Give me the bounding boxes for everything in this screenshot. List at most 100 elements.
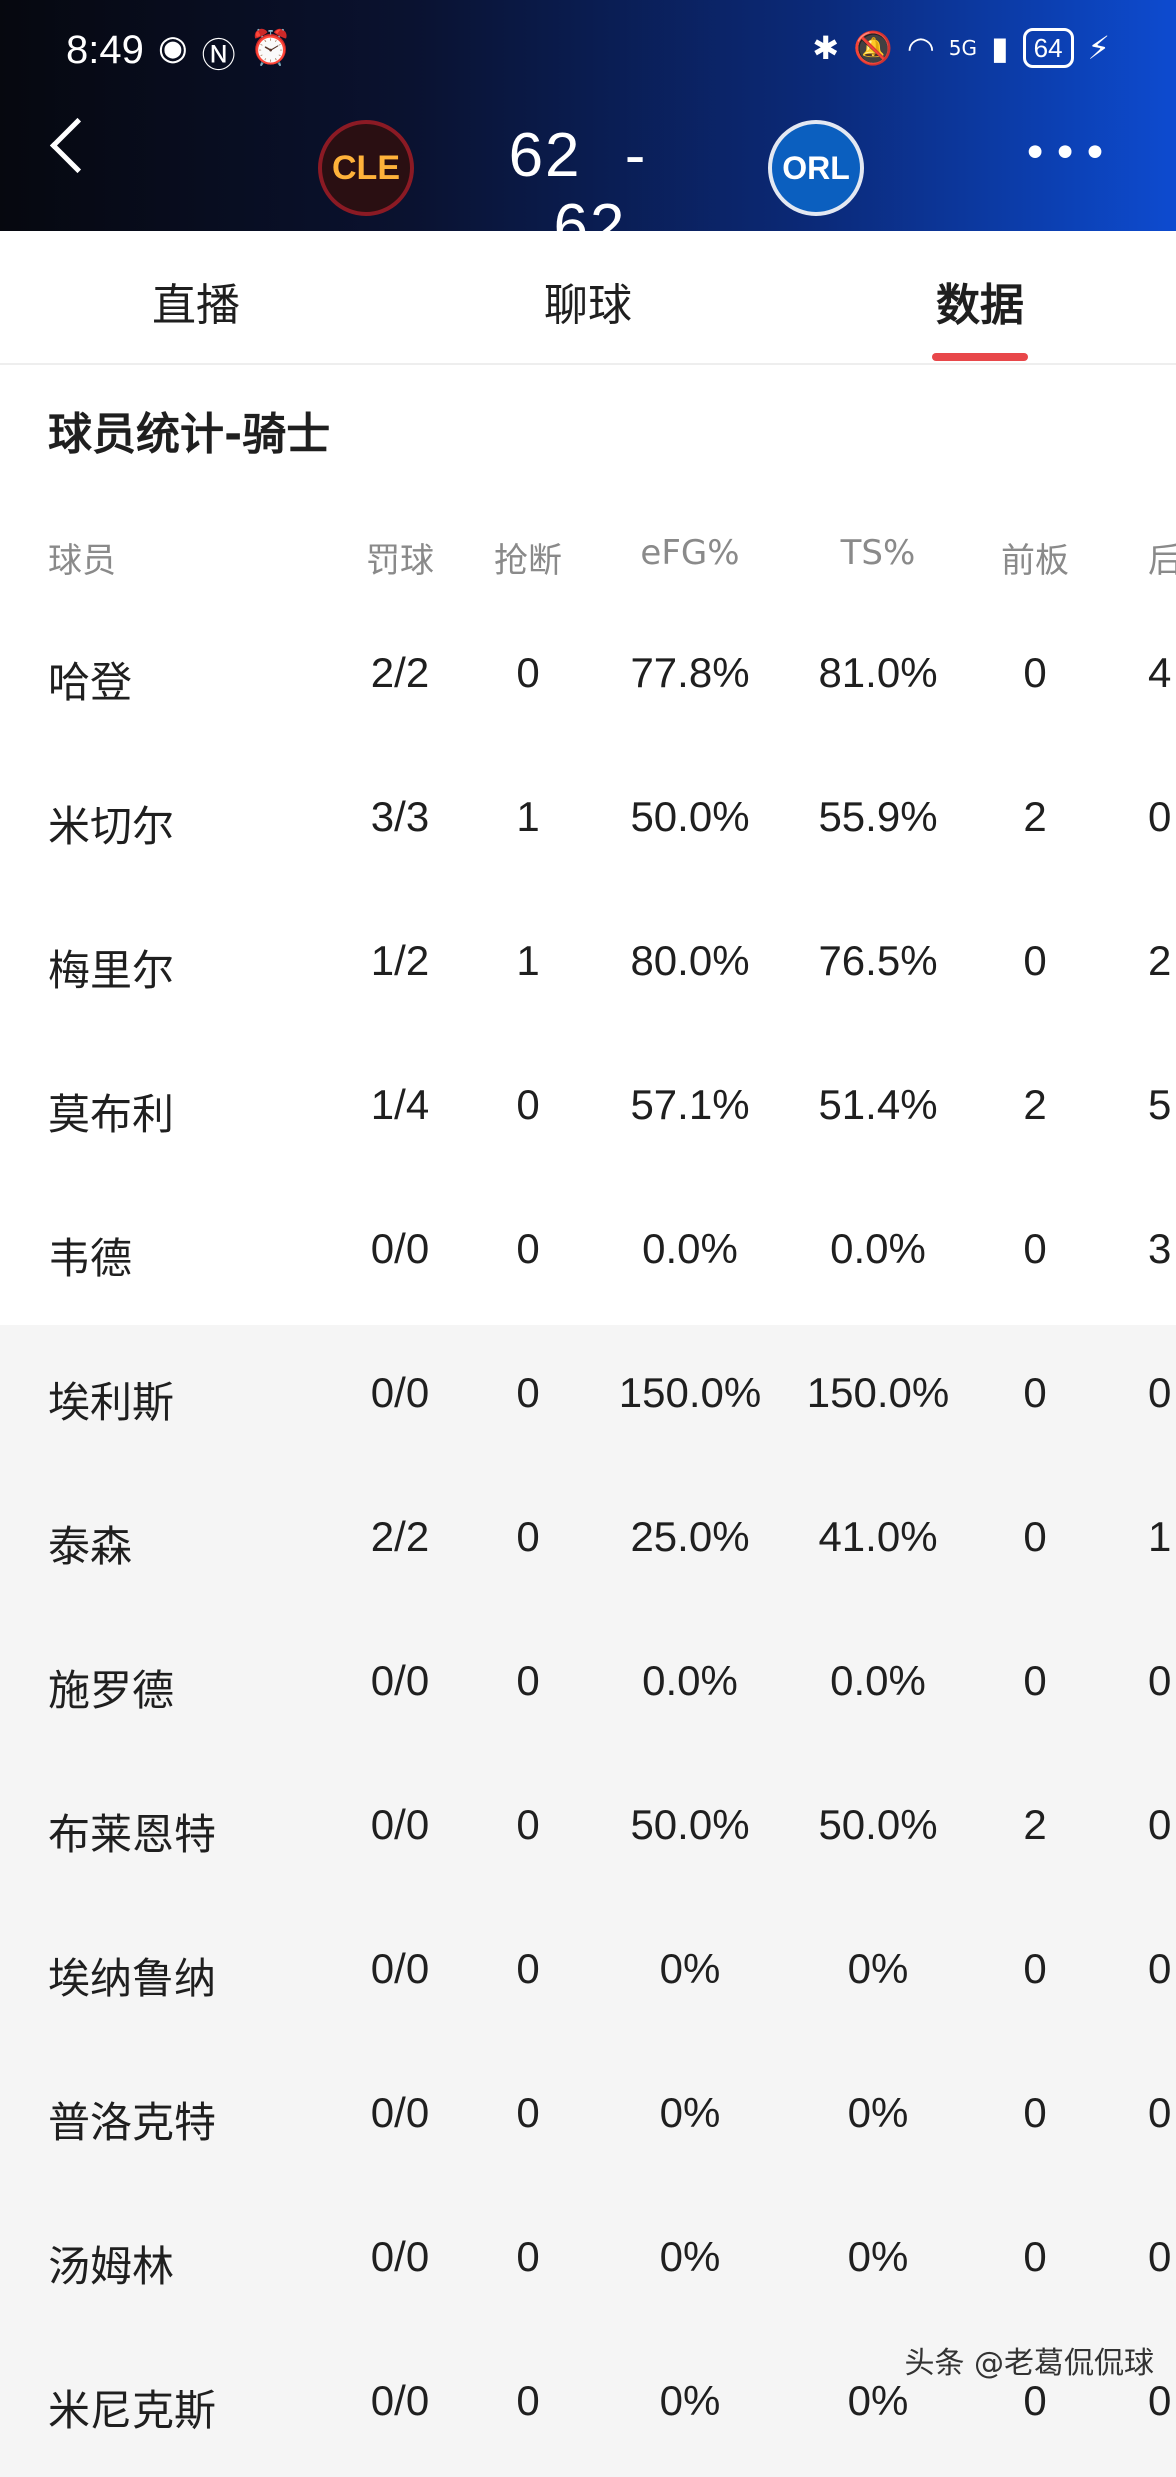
back-arrow-icon[interactable] bbox=[49, 117, 106, 174]
cell-free-throws: 3/3 bbox=[370, 793, 430, 840]
more-options-icon[interactable]: ••• bbox=[1022, 128, 1112, 179]
cell-ts-percent: 0.0% bbox=[830, 1225, 926, 1272]
table-row[interactable]: 梅里尔 1/2 1 80.0% 76.5% 0 2 bbox=[0, 893, 1176, 1037]
table-body: 哈登 2/2 0 77.8% 81.0% 0 4 米切尔 3/3 1 50.0% 55.9% 2 0 梅里尔… bbox=[0, 605, 1176, 2477]
cell-steals: 0 bbox=[516, 1513, 540, 1560]
cell-player-name: 埃利斯 bbox=[48, 1378, 175, 1427]
cell-ts-percent: 0.0% bbox=[830, 1657, 926, 1704]
tab-stats[interactable]: 数据 bbox=[880, 269, 1080, 333]
player-stats-table: 球员 罚球 抢断 eFG% TS% 前板 后板 哈登 2/2 0 77.8% 81.0%… bbox=[0, 505, 1176, 2477]
cell-defensive-rebounds: 0 bbox=[1148, 2089, 1172, 2136]
cell-free-throws: 0/0 bbox=[370, 1225, 430, 1272]
table-header: 球员 罚球 抢断 eFG% TS% 前板 后板 bbox=[0, 505, 1176, 605]
cell-efg-percent: 0.0% bbox=[642, 1657, 738, 1704]
cell-player-name: 米尼克斯 bbox=[48, 2386, 217, 2435]
cell-ts-percent: 81.0% bbox=[818, 649, 938, 696]
cell-steals: 0 bbox=[516, 1081, 540, 1128]
cell-player-name: 梅里尔 bbox=[48, 946, 175, 995]
cell-defensive-rebounds: 0 bbox=[1148, 1369, 1172, 1416]
battery-icon: 64 bbox=[1022, 28, 1074, 68]
tab-chat[interactable]: 聊球 bbox=[488, 269, 688, 333]
wifi-icon: ◠ bbox=[906, 29, 935, 67]
column-header-free-throws: 罚球 bbox=[366, 541, 434, 581]
cell-free-throws: 0/0 bbox=[370, 2377, 430, 2424]
cell-ts-percent: 55.9% bbox=[818, 793, 938, 840]
table-row[interactable]: 莫布利 1/4 0 57.1% 51.4% 2 5 bbox=[0, 1037, 1176, 1181]
cell-player-name: 布莱恩特 bbox=[48, 1810, 217, 1859]
home-team-logo[interactable]: CLE bbox=[318, 120, 414, 216]
cell-efg-percent: 0% bbox=[659, 2089, 721, 2136]
cell-steals: 0 bbox=[516, 1801, 540, 1848]
nfc-icon: Ⓝ bbox=[201, 36, 236, 76]
cell-defensive-rebounds: 0 bbox=[1148, 1945, 1172, 1992]
status-bar: 8:49 ◉ Ⓝ ⏰ ✱ 🔕 ◠ 5G ▮ 64 ⚡ bbox=[0, 24, 1176, 76]
cell-steals: 0 bbox=[516, 1657, 540, 1704]
cell-free-throws: 1/2 bbox=[370, 937, 430, 984]
table-row[interactable]: 米切尔 3/3 1 50.0% 55.9% 2 0 bbox=[0, 749, 1176, 893]
cell-offensive-rebounds: 0 bbox=[1023, 649, 1047, 696]
away-team-logo[interactable]: ORL bbox=[768, 120, 864, 216]
network-label: 5G bbox=[948, 36, 977, 60]
cell-efg-percent: 0% bbox=[659, 1945, 721, 1992]
cell-efg-percent: 80.0% bbox=[630, 937, 750, 984]
table-row[interactable]: 普洛克特 0/0 0 0% 0% 0 0 bbox=[0, 2045, 1176, 2189]
cell-free-throws: 1/4 bbox=[370, 1081, 430, 1128]
cell-player-name: 韦德 bbox=[48, 1234, 133, 1283]
table-row[interactable]: 施罗德 0/0 0 0.0% 0.0% 0 0 bbox=[0, 1613, 1176, 1757]
status-time: 8:49 bbox=[66, 28, 144, 72]
cell-player-name: 哈登 bbox=[48, 658, 133, 707]
cell-defensive-rebounds: 0 bbox=[1148, 1801, 1172, 1848]
table-row[interactable]: 汤姆林 0/0 0 0% 0% 0 0 bbox=[0, 2189, 1176, 2333]
cell-efg-percent: 0.0% bbox=[642, 1225, 738, 1272]
cell-free-throws: 0/0 bbox=[370, 1369, 430, 1416]
cell-defensive-rebounds: 5 bbox=[1148, 1081, 1172, 1128]
cell-steals: 0 bbox=[516, 1225, 540, 1272]
cell-efg-percent: 25.0% bbox=[630, 1513, 750, 1560]
cell-steals: 0 bbox=[516, 2089, 540, 2136]
cell-steals: 0 bbox=[516, 1945, 540, 1992]
cell-steals: 1 bbox=[516, 793, 540, 840]
cell-efg-percent: 0% bbox=[659, 2233, 721, 2280]
table-row[interactable]: 哈登 2/2 0 77.8% 81.0% 0 4 bbox=[0, 605, 1176, 749]
cell-defensive-rebounds: 0 bbox=[1148, 2377, 1172, 2424]
column-header-player: 球员 bbox=[48, 541, 116, 581]
column-header-defensive-rebounds: 后板 bbox=[1148, 541, 1176, 581]
game-header: 8:49 ◉ Ⓝ ⏰ ✱ 🔕 ◠ 5G ▮ 64 ⚡ CLE 62 - 62 O… bbox=[0, 0, 1176, 261]
table-row[interactable]: 埃利斯 0/0 0 150.0% 150.0% 0 0 bbox=[0, 1325, 1176, 1469]
cell-player-name: 米切尔 bbox=[48, 802, 175, 851]
tab-live[interactable]: 直播 bbox=[96, 269, 296, 333]
table-row[interactable]: 韦德 0/0 0 0.0% 0.0% 0 3 bbox=[0, 1181, 1176, 1325]
cell-player-name: 汤姆林 bbox=[48, 2242, 175, 2291]
cell-ts-percent: 0% bbox=[847, 2377, 909, 2424]
cell-offensive-rebounds: 0 bbox=[1023, 1369, 1047, 1416]
bluetooth-icon: ✱ bbox=[812, 29, 839, 67]
cell-defensive-rebounds: 3 bbox=[1148, 1225, 1172, 1272]
cell-player-name: 施罗德 bbox=[48, 1666, 175, 1715]
cell-ts-percent: 150.0% bbox=[806, 1369, 950, 1416]
table-row[interactable]: 泰森 2/2 0 25.0% 41.0% 0 1 bbox=[0, 1469, 1176, 1613]
tab-bar: 直播 聊球 数据 bbox=[0, 231, 1176, 365]
cell-offensive-rebounds: 2 bbox=[1023, 793, 1047, 840]
cell-defensive-rebounds: 2 bbox=[1148, 937, 1172, 984]
cell-efg-percent: 0% bbox=[659, 2377, 721, 2424]
home-score: 62 bbox=[508, 121, 582, 190]
cell-ts-percent: 50.0% bbox=[818, 1801, 938, 1848]
cell-steals: 0 bbox=[516, 1369, 540, 1416]
charging-icon: ⚡ bbox=[1087, 29, 1110, 67]
cell-offensive-rebounds: 0 bbox=[1023, 2233, 1047, 2280]
cell-offensive-rebounds: 0 bbox=[1023, 1225, 1047, 1272]
signal-icon: ▮ bbox=[991, 29, 1009, 67]
cell-free-throws: 0/0 bbox=[370, 2233, 430, 2280]
cell-steals: 0 bbox=[516, 649, 540, 696]
cell-offensive-rebounds: 0 bbox=[1023, 1945, 1047, 1992]
table-row[interactable]: 埃纳鲁纳 0/0 0 0% 0% 0 0 bbox=[0, 1901, 1176, 2045]
mute-bell-icon: 🔕 bbox=[853, 29, 893, 67]
cell-defensive-rebounds: 0 bbox=[1148, 1657, 1172, 1704]
section-title: 球员统计-骑士 bbox=[48, 409, 331, 460]
table-row[interactable]: 布莱恩特 0/0 0 50.0% 50.0% 2 0 bbox=[0, 1757, 1176, 1901]
cell-steals: 1 bbox=[516, 937, 540, 984]
cell-defensive-rebounds: 1 bbox=[1148, 1513, 1172, 1560]
cell-defensive-rebounds: 4 bbox=[1148, 649, 1172, 696]
cell-efg-percent: 77.8% bbox=[630, 649, 750, 696]
cell-free-throws: 0/0 bbox=[370, 1657, 430, 1704]
